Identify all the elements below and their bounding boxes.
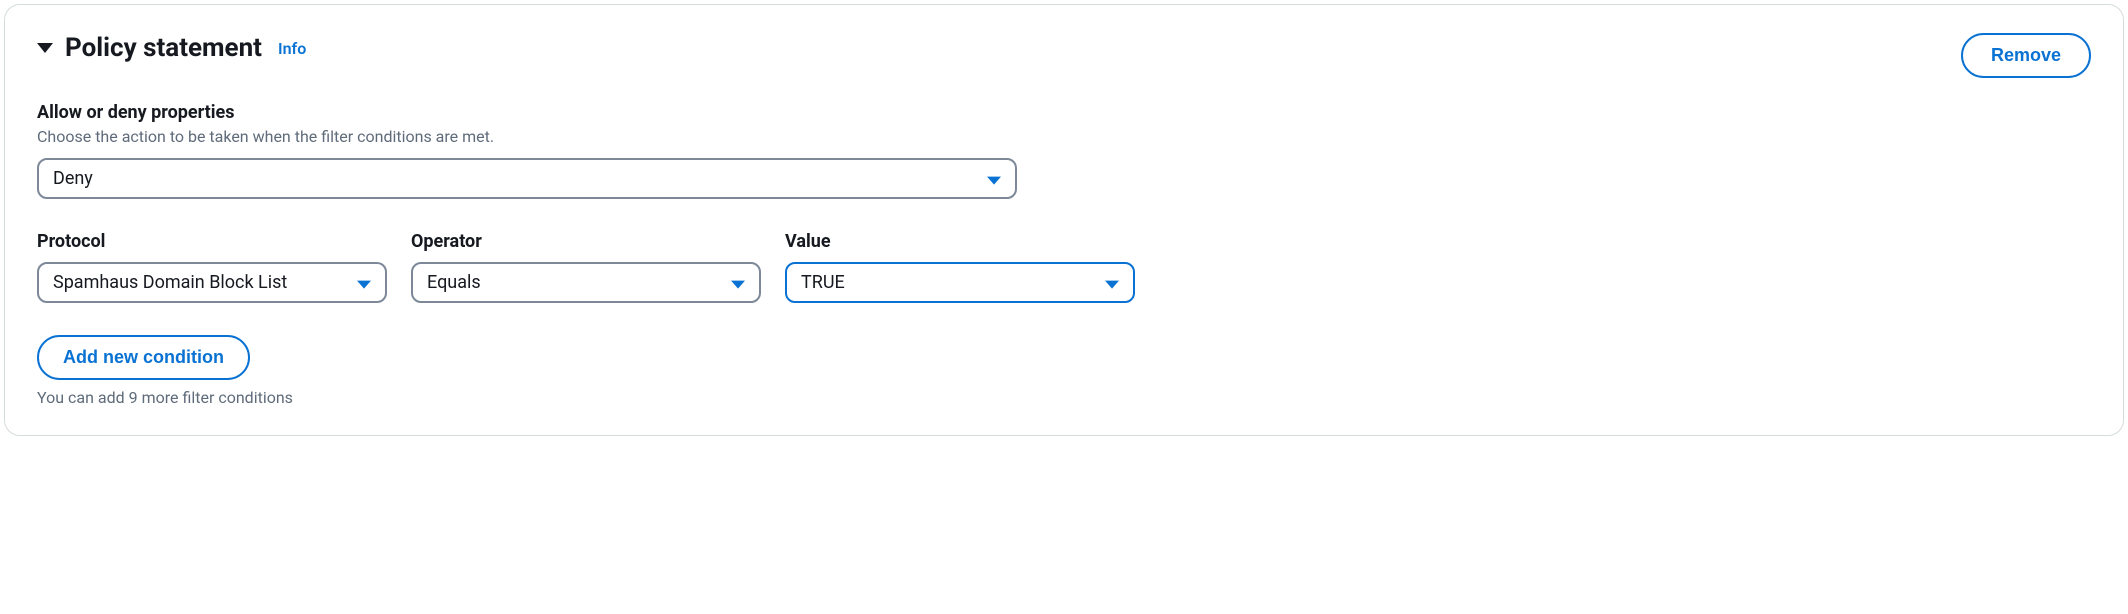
caret-down-icon	[1105, 280, 1119, 288]
caret-down-icon[interactable]	[37, 43, 53, 53]
action-label: Allow or deny properties	[37, 102, 2091, 123]
operator-field: Operator Equals	[411, 231, 761, 303]
panel-title: Policy statement	[65, 33, 262, 63]
protocol-field: Protocol Spamhaus Domain Block List	[37, 231, 387, 303]
panel-header: Policy statement Info Remove	[37, 33, 2091, 78]
caret-down-icon	[987, 176, 1001, 184]
caret-down-icon	[357, 280, 371, 288]
protocol-select-value: Spamhaus Domain Block List	[53, 272, 287, 293]
conditions-row: Protocol Spamhaus Domain Block List Oper…	[37, 231, 2091, 303]
remove-button[interactable]: Remove	[1961, 33, 2091, 78]
value-select[interactable]: TRUE	[785, 262, 1135, 303]
conditions-hint: You can add 9 more filter conditions	[37, 388, 2091, 407]
action-select[interactable]: Deny	[37, 158, 1017, 199]
protocol-select[interactable]: Spamhaus Domain Block List	[37, 262, 387, 303]
action-section: Allow or deny properties Choose the acti…	[37, 102, 2091, 199]
protocol-label: Protocol	[37, 231, 387, 252]
add-condition-button[interactable]: Add new condition	[37, 335, 250, 380]
operator-select-value: Equals	[427, 272, 481, 293]
value-label: Value	[785, 231, 1135, 252]
header-left: Policy statement Info	[37, 33, 306, 63]
info-link[interactable]: Info	[278, 39, 306, 58]
action-description: Choose the action to be taken when the f…	[37, 127, 2091, 146]
caret-down-icon	[731, 280, 745, 288]
operator-label: Operator	[411, 231, 761, 252]
value-field: Value TRUE	[785, 231, 1135, 303]
operator-select[interactable]: Equals	[411, 262, 761, 303]
policy-statement-panel: Policy statement Info Remove Allow or de…	[4, 4, 2124, 436]
value-select-value: TRUE	[801, 272, 845, 293]
add-condition-section: Add new condition You can add 9 more fil…	[37, 335, 2091, 407]
action-select-value: Deny	[53, 168, 93, 189]
